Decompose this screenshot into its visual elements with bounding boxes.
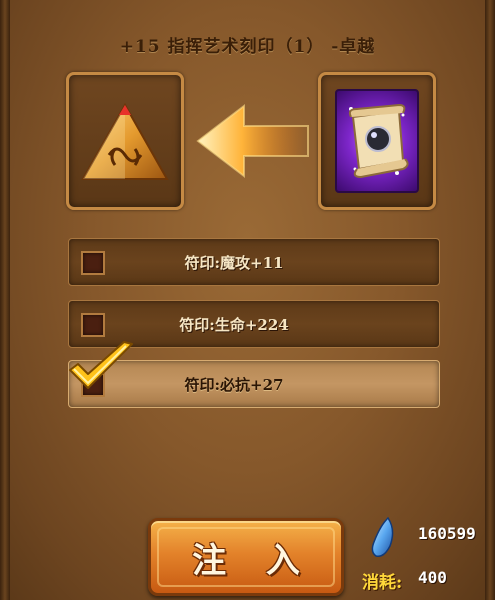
blue-gem-icon: [371, 516, 394, 558]
frame-left: [0, 0, 10, 600]
arrow-left-icon: [196, 103, 309, 179]
inject-button-label: 注 入: [192, 540, 314, 581]
source-slot[interactable]: [318, 72, 436, 210]
scroll-card: [335, 89, 419, 193]
gem-count: 160599: [418, 524, 476, 543]
target-slot[interactable]: [66, 72, 184, 210]
enchant-panel: +15 指挥艺术刻印（1） -卓越 符印:魔攻+11 符印:生命+224 符印:…: [0, 0, 495, 600]
rune-pyramid-icon: [81, 102, 169, 180]
frame-right: [485, 0, 495, 600]
dialog-title: +15 指挥艺术刻印（1） -卓越: [119, 37, 376, 57]
check-mark-icon: [69, 341, 133, 389]
inject-button[interactable]: 注 入: [148, 518, 344, 596]
cost-label: 消耗:: [362, 573, 403, 593]
option-row-1[interactable]: 符印:魔攻+11: [68, 238, 440, 286]
option-label-1: 符印:魔攻+11: [184, 253, 284, 272]
magic-scroll-icon: [348, 103, 409, 179]
cost-value: 400: [418, 568, 447, 587]
